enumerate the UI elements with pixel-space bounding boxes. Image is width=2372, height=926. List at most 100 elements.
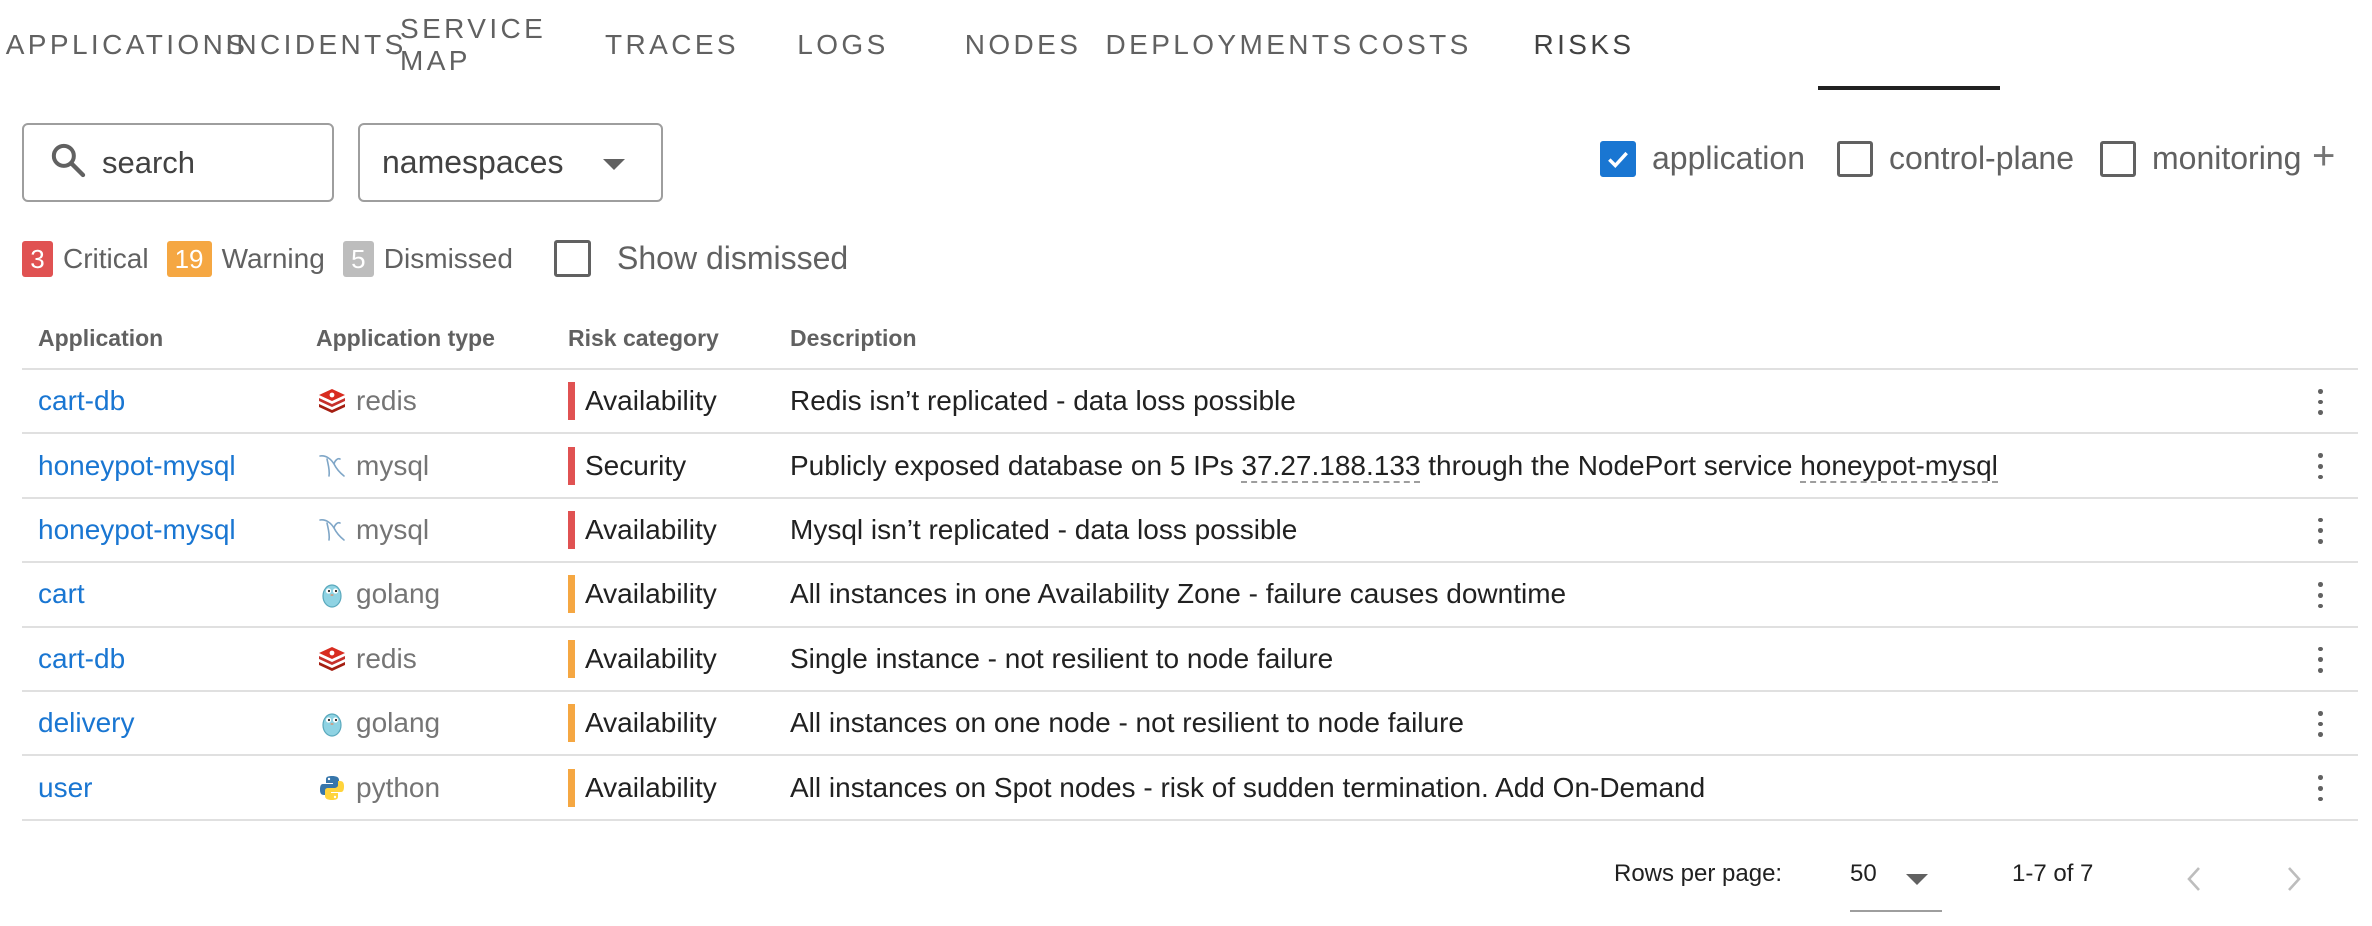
golang-icon — [322, 713, 342, 737]
select-underline — [1850, 910, 1942, 912]
namespaces-label: namespaces — [382, 144, 564, 180]
tab-logs[interactable]: LOGS — [762, 0, 924, 90]
checkbox-icon[interactable] — [554, 240, 591, 277]
application-type: mysql — [316, 514, 429, 546]
table-header: Application Application type Risk catego… — [22, 308, 2358, 370]
risk-description: Mysql isn’t replicated - data loss possi… — [790, 513, 1298, 545]
application-type: mysql — [316, 450, 429, 482]
mysql-icon — [319, 519, 345, 541]
risks-table: Application Application type Risk catego… — [22, 308, 2358, 821]
search-icon — [48, 140, 88, 185]
risk-category: Availability — [568, 704, 717, 743]
chevron-left-icon — [2187, 867, 2200, 891]
warning-label: Warning — [221, 243, 325, 274]
row-menu-button[interactable] — [2308, 644, 2332, 676]
python-icon — [320, 775, 344, 800]
risk-category: Availability — [568, 382, 717, 421]
tab-service-map[interactable]: SERVICE MAP — [400, 0, 582, 90]
add-category-button[interactable]: + — [2312, 136, 2335, 176]
warning-severity-bar — [568, 704, 575, 743]
namespaces-select[interactable]: namespaces — [358, 123, 663, 202]
search-input[interactable] — [102, 144, 322, 181]
category-text: Security — [585, 449, 687, 481]
warning-severity-bar — [568, 639, 575, 678]
search-box[interactable] — [22, 123, 334, 202]
checkbox-checked-icon[interactable] — [1600, 140, 1636, 177]
critical-label: Critical — [63, 243, 149, 274]
row-menu-button[interactable] — [2308, 579, 2332, 611]
row-menu-button[interactable] — [2308, 772, 2332, 804]
warning-severity-bar — [568, 768, 575, 807]
type-label: redis — [356, 385, 417, 417]
risk-category: Security — [568, 446, 687, 485]
main-tabs: APPLICATIONS INCIDENTS SERVICE MAP TRACE… — [6, 0, 1676, 92]
previous-page-button[interactable] — [2182, 864, 2206, 899]
golang-icon — [322, 584, 342, 608]
caret-down-icon — [603, 159, 625, 170]
application-link[interactable]: cart-db — [38, 385, 125, 417]
critical-severity-bar — [568, 382, 575, 421]
type-label: golang — [356, 578, 441, 610]
table-row: delivery golang Availability All instanc… — [22, 692, 2358, 757]
risk-summary: 3 Critical 19 Warning 5 Dismissed — [22, 239, 531, 279]
risk-category: Availability — [568, 639, 717, 678]
risk-category: Availability — [568, 768, 717, 807]
ip-address[interactable]: 37.27.188.133 — [1241, 449, 1421, 483]
tab-risks[interactable]: RISKS — [1492, 0, 1676, 90]
table-row: honeypot-mysql mysql Availability Mysql … — [22, 499, 2358, 564]
show-dismissed-label: Show dismissed — [617, 240, 849, 276]
application-link[interactable]: honeypot-mysql — [38, 450, 236, 482]
tab-traces[interactable]: TRACES — [582, 0, 762, 90]
warning-severity-bar — [568, 575, 575, 614]
checkbox-icon[interactable] — [1837, 140, 1873, 177]
row-menu-button[interactable] — [2308, 450, 2332, 482]
tab-incidents[interactable]: INCIDENTS — [225, 0, 403, 90]
risk-category: Availability — [568, 575, 717, 614]
critical-count-badge: 3 — [22, 241, 53, 277]
dismissed-label: Dismissed — [383, 243, 513, 274]
category-filter-monitoring[interactable]: monitoring — [2100, 140, 2301, 177]
category-filter-application[interactable]: application — [1600, 140, 1805, 177]
redis-icon — [319, 646, 345, 671]
risk-description: Redis isn’t replicated - data loss possi… — [790, 385, 1296, 417]
row-menu-button[interactable] — [2308, 708, 2332, 740]
category-filter-control-plane[interactable]: control-plane — [1837, 140, 2074, 177]
column-header-type[interactable]: Application type — [316, 325, 495, 352]
application-link[interactable]: delivery — [38, 707, 134, 739]
rows-per-page-label: Rows per page: — [1614, 860, 1783, 887]
application-link[interactable]: cart-db — [38, 643, 125, 675]
application-type: golang — [316, 707, 440, 739]
service-name[interactable]: honeypot-mysql — [1800, 449, 1998, 483]
risk-description: All instances in one Availability Zone -… — [790, 578, 1567, 610]
chevron-right-icon — [2288, 867, 2301, 891]
risk-description: All instances on one node - not resilien… — [790, 707, 1464, 739]
category-text: Availability — [585, 642, 717, 674]
tab-nodes[interactable]: NODES — [924, 0, 1122, 90]
show-dismissed-toggle[interactable]: Show dismissed — [554, 240, 848, 277]
tab-deployments[interactable]: DEPLOYMENTS — [1106, 0, 1352, 90]
risk-description: Single instance - not resilient to node … — [790, 642, 1334, 674]
column-header-application[interactable]: Application — [38, 325, 163, 352]
warning-count-badge: 19 — [166, 241, 212, 277]
application-link[interactable]: cart — [38, 578, 85, 610]
row-menu-button[interactable] — [2308, 515, 2332, 547]
caret-down-icon[interactable] — [1906, 874, 1928, 885]
application-link[interactable]: user — [38, 772, 92, 804]
next-page-button[interactable] — [2282, 864, 2306, 899]
tab-costs[interactable]: COSTS — [1338, 0, 1492, 90]
risk-description: All instances on Spot nodes - risk of su… — [790, 771, 1706, 803]
table-row: cart-db redis Availability Redis isn’t r… — [22, 370, 2358, 435]
application-type: python — [316, 772, 440, 804]
rows-per-page-select[interactable]: 50 — [1850, 860, 1877, 888]
active-tab-indicator — [1818, 86, 2000, 90]
checkbox-icon[interactable] — [2100, 140, 2136, 177]
row-menu-button[interactable] — [2308, 386, 2332, 418]
critical-severity-bar — [568, 510, 575, 549]
column-header-description[interactable]: Description — [790, 325, 917, 352]
table-row: cart-db redis Availability Single instan… — [22, 628, 2358, 692]
application-link[interactable]: honeypot-mysql — [38, 514, 236, 546]
category-text: Availability — [585, 771, 717, 803]
mysql-icon — [319, 454, 345, 477]
tab-applications[interactable]: APPLICATIONS — [6, 0, 245, 90]
column-header-category[interactable]: Risk category — [568, 325, 719, 352]
